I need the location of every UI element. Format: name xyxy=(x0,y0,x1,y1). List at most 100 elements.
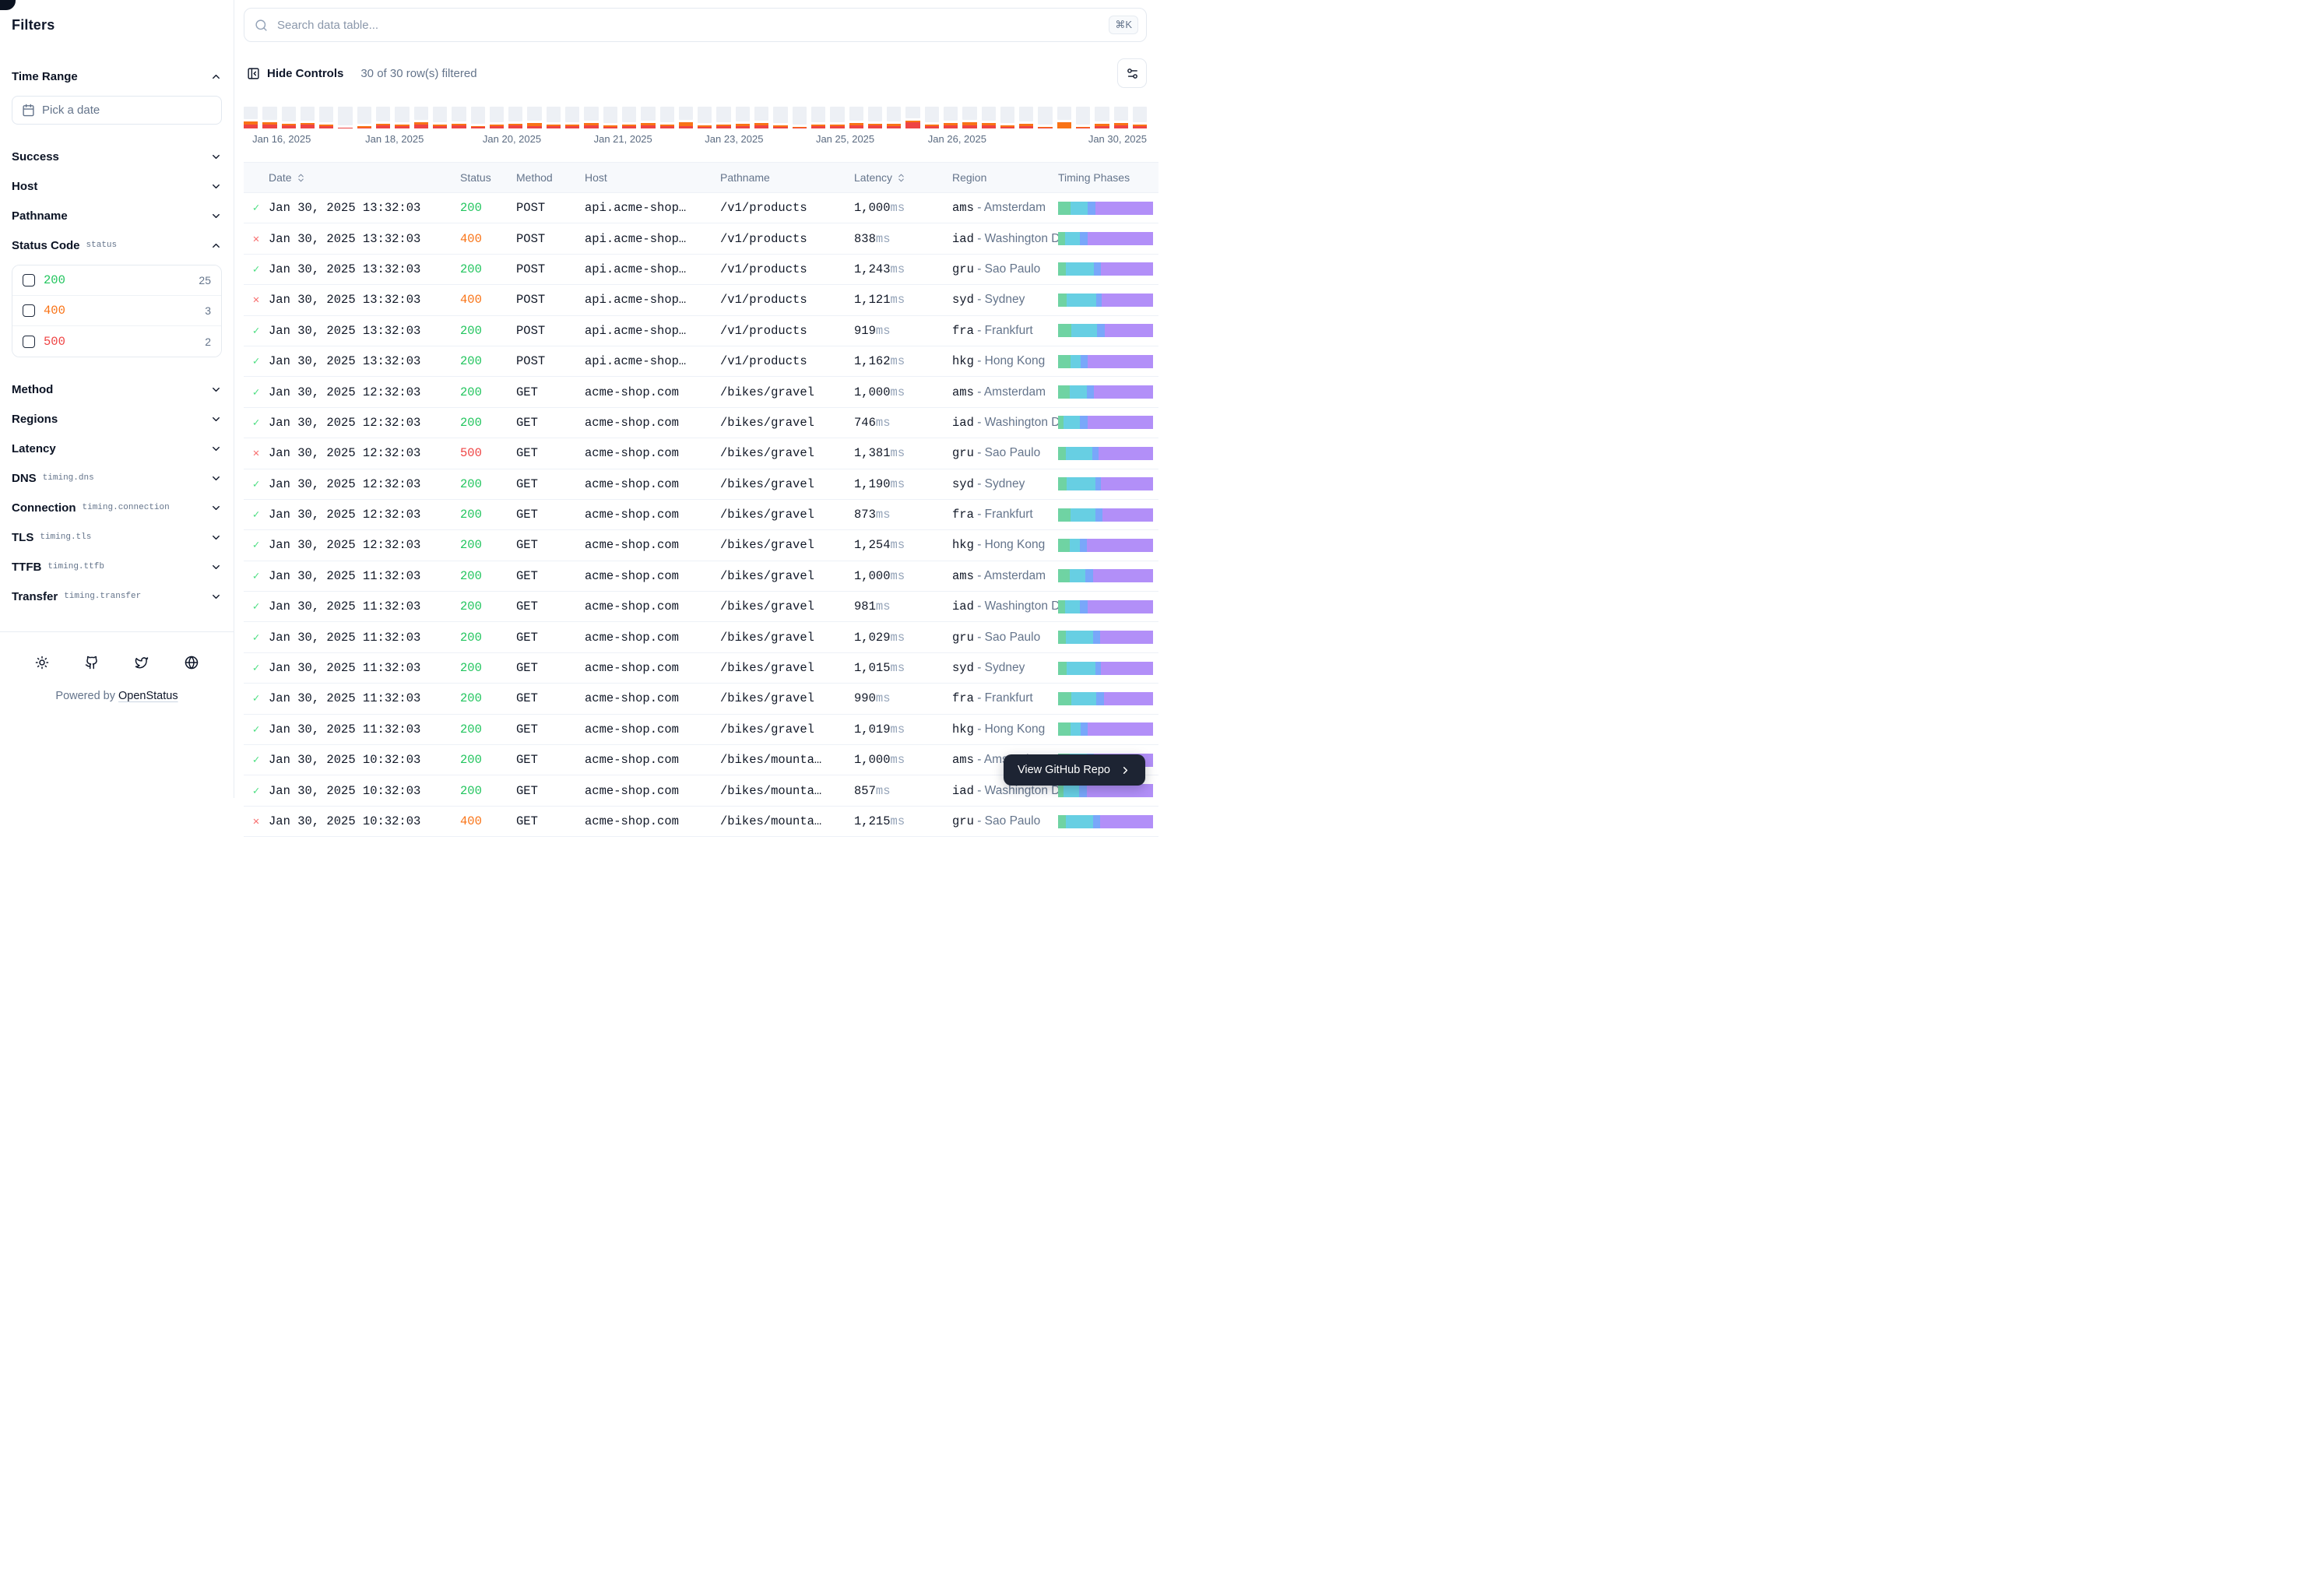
timeline-bar[interactable] xyxy=(1019,107,1033,128)
timeline-bar[interactable] xyxy=(793,107,807,128)
sidebar-section-dns[interactable]: DNS timing.dns xyxy=(12,463,222,493)
status-filter-option-200[interactable]: 200 25 xyxy=(12,265,221,296)
column-header-latency[interactable]: Latency xyxy=(854,171,952,184)
sidebar-section-connection[interactable]: Connection timing.connection xyxy=(12,493,222,522)
github-icon[interactable] xyxy=(85,656,99,670)
table-row[interactable]: ✕ Jan 30, 2025 13:32:03 400 POST api.acm… xyxy=(244,285,1158,315)
sidebar-section-pathname[interactable]: Pathname xyxy=(12,201,222,230)
timeline-bar[interactable] xyxy=(471,107,485,128)
timeline-bar[interactable] xyxy=(773,107,787,128)
table-row[interactable]: ✓ Jan 30, 2025 12:32:03 200 GET acme-sho… xyxy=(244,530,1158,561)
timeline-bar[interactable] xyxy=(905,107,919,128)
timeline-bar[interactable] xyxy=(547,107,561,128)
table-row[interactable]: ✓ Jan 30, 2025 12:32:03 200 GET acme-sho… xyxy=(244,408,1158,438)
openstatus-link[interactable]: OpenStatus xyxy=(118,690,178,702)
timeline-bar[interactable] xyxy=(716,107,730,128)
timeline-bar[interactable] xyxy=(962,107,976,128)
sidebar-section-success[interactable]: Success xyxy=(12,142,222,171)
table-row[interactable]: ✕ Jan 30, 2025 12:32:03 500 GET acme-sho… xyxy=(244,438,1158,469)
table-row[interactable]: ✓ Jan 30, 2025 11:32:03 200 GET acme-sho… xyxy=(244,684,1158,714)
timeline-bar[interactable] xyxy=(376,107,390,128)
status-filter-option-400[interactable]: 400 3 xyxy=(12,296,221,326)
timeline-bar[interactable] xyxy=(1038,107,1052,128)
timeline-bar[interactable] xyxy=(925,107,939,128)
table-row[interactable]: ✓ Jan 30, 2025 12:32:03 200 GET acme-sho… xyxy=(244,469,1158,500)
timeline-bar[interactable] xyxy=(1114,107,1128,128)
timeline-bar[interactable] xyxy=(868,107,882,128)
timeline-bar[interactable] xyxy=(641,107,655,128)
sidebar-section-regions[interactable]: Regions xyxy=(12,404,222,434)
search-input[interactable] xyxy=(276,18,1101,33)
sidebar-section-method[interactable]: Method xyxy=(12,374,222,404)
timeline-bar[interactable] xyxy=(395,107,409,128)
timeline-bar[interactable] xyxy=(262,107,276,128)
table-row[interactable]: ✓ Jan 30, 2025 11:32:03 200 GET acme-sho… xyxy=(244,622,1158,652)
table-row[interactable]: ✕ Jan 30, 2025 10:32:03 400 GET acme-sho… xyxy=(244,807,1158,837)
timeline-bar[interactable] xyxy=(527,107,541,128)
checkbox[interactable] xyxy=(23,304,35,317)
timeline-bar[interactable] xyxy=(698,107,712,128)
timeline-bar[interactable] xyxy=(603,107,617,128)
table-row[interactable]: ✓ Jan 30, 2025 11:32:03 200 GET acme-sho… xyxy=(244,653,1158,684)
timeline-bar[interactable] xyxy=(357,107,371,128)
timeline-bar[interactable] xyxy=(754,107,768,128)
date-picker-button[interactable]: Pick a date xyxy=(12,96,222,125)
sidebar-section-time-range[interactable]: Time Range xyxy=(12,62,222,91)
checkbox[interactable] xyxy=(23,336,35,348)
sidebar-section-host[interactable]: Host xyxy=(12,171,222,201)
globe-icon[interactable] xyxy=(185,656,199,670)
chevron-down-icon xyxy=(210,473,222,484)
timeline-bar[interactable] xyxy=(660,107,674,128)
timeline-bar[interactable] xyxy=(433,107,447,128)
table-row[interactable]: ✓ Jan 30, 2025 12:32:03 200 GET acme-sho… xyxy=(244,500,1158,530)
timeline-bar[interactable] xyxy=(1000,107,1014,128)
timeline-bar[interactable] xyxy=(565,107,579,128)
table-row[interactable]: ✓ Jan 30, 2025 11:32:03 200 GET acme-sho… xyxy=(244,715,1158,745)
theme-toggle-sun-icon[interactable] xyxy=(35,656,49,670)
table-row[interactable]: ✓ Jan 30, 2025 12:32:03 200 GET acme-sho… xyxy=(244,377,1158,407)
timeline-bar[interactable] xyxy=(811,107,825,128)
column-header-date[interactable]: Date xyxy=(269,171,460,184)
timeline-bar[interactable] xyxy=(982,107,996,128)
timeline-bar[interactable] xyxy=(622,107,636,128)
timeline-bars[interactable] xyxy=(244,107,1147,128)
timeline-bar[interactable] xyxy=(490,107,504,128)
timeline-bar[interactable] xyxy=(414,107,428,128)
timeline-bar[interactable] xyxy=(1076,107,1090,128)
timeline-bar[interactable] xyxy=(1057,107,1071,128)
table-row[interactable]: ✓ Jan 30, 2025 13:32:03 200 POST api.acm… xyxy=(244,346,1158,377)
timeline-bar[interactable] xyxy=(1133,107,1147,128)
timeline-bar[interactable] xyxy=(244,107,258,128)
table-row[interactable]: ✓ Jan 30, 2025 11:32:03 200 GET acme-sho… xyxy=(244,561,1158,592)
checkbox[interactable] xyxy=(23,274,35,287)
sidebar-section-status-code[interactable]: Status Code status xyxy=(12,230,222,260)
table-row[interactable]: ✓ Jan 30, 2025 13:32:03 200 POST api.acm… xyxy=(244,316,1158,346)
timeline-bar[interactable] xyxy=(301,107,315,128)
sidebar-section-tls[interactable]: TLS timing.tls xyxy=(12,522,222,552)
timeline-bar[interactable] xyxy=(679,107,693,128)
timeline-bar[interactable] xyxy=(849,107,863,128)
view-github-repo-button[interactable]: View GitHub Repo xyxy=(1004,754,1145,786)
view-options-button[interactable] xyxy=(1117,58,1147,88)
timeline-bar[interactable] xyxy=(338,107,352,128)
timeline-bar[interactable] xyxy=(282,107,296,128)
timeline-bar[interactable] xyxy=(508,107,522,128)
sidebar-section-ttfb[interactable]: TTFB timing.ttfb xyxy=(12,552,222,582)
timeline-bar[interactable] xyxy=(319,107,333,128)
timeline-bar[interactable] xyxy=(887,107,901,128)
table-row[interactable]: ✓ Jan 30, 2025 11:32:03 200 GET acme-sho… xyxy=(244,592,1158,622)
timeline-bar[interactable] xyxy=(452,107,466,128)
timeline-bar[interactable] xyxy=(584,107,598,128)
table-row[interactable]: ✓ Jan 30, 2025 13:32:03 200 POST api.acm… xyxy=(244,193,1158,223)
hide-controls-button[interactable]: Hide Controls xyxy=(244,67,346,80)
timeline-bar[interactable] xyxy=(1095,107,1109,128)
table-row[interactable]: ✕ Jan 30, 2025 13:32:03 400 POST api.acm… xyxy=(244,223,1158,254)
table-row[interactable]: ✓ Jan 30, 2025 13:32:03 200 POST api.acm… xyxy=(244,255,1158,285)
timeline-bar[interactable] xyxy=(830,107,844,128)
sidebar-section-latency[interactable]: Latency xyxy=(12,434,222,463)
sidebar-section-transfer[interactable]: Transfer timing.transfer xyxy=(12,582,222,611)
timeline-bar[interactable] xyxy=(736,107,750,128)
status-filter-option-500[interactable]: 500 2 xyxy=(12,326,221,357)
twitter-icon[interactable] xyxy=(135,656,149,670)
timeline-bar[interactable] xyxy=(944,107,958,128)
